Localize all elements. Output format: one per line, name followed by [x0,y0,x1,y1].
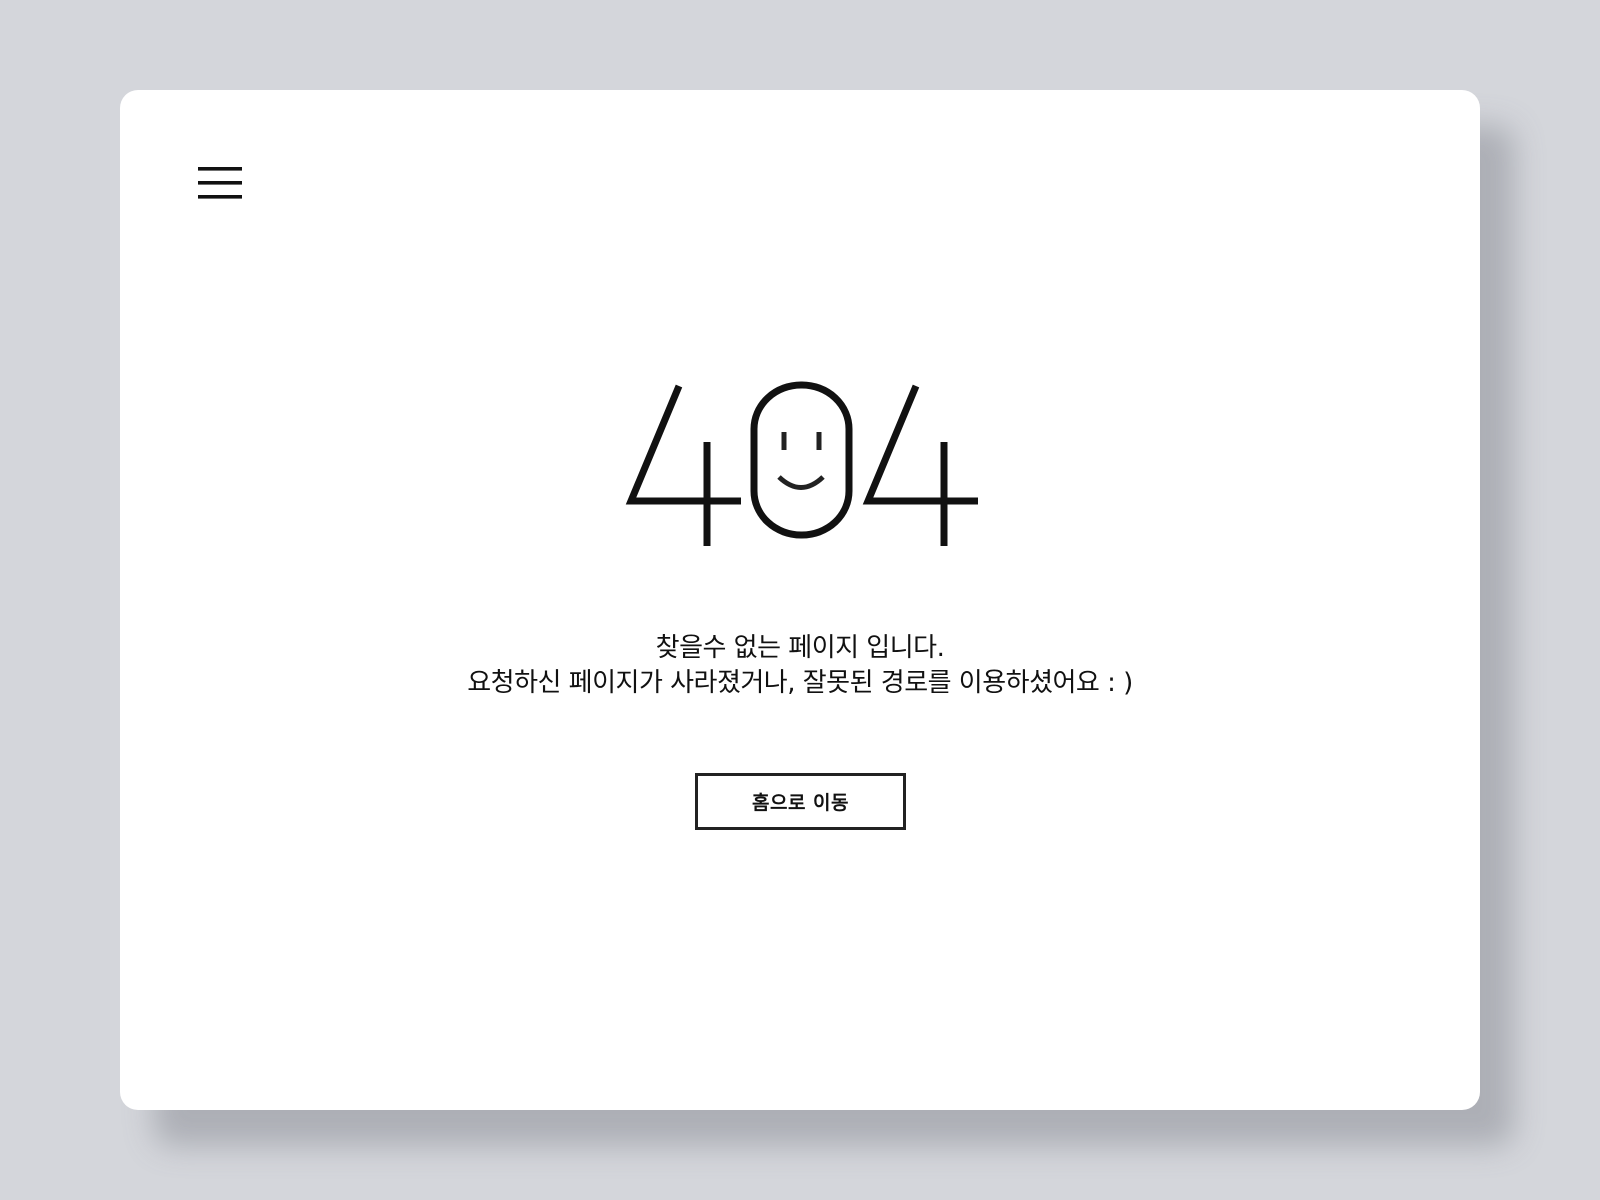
menu-button[interactable] [198,166,244,200]
error-card: 찾을수 없는 페이지 입니다. 요청하신 페이지가 사라졌거나, 잘못된 경로를… [120,90,1480,1110]
digit-four-right [862,384,978,546]
error-title: 찾을수 없는 페이지 입니다. [655,633,945,663]
go-home-button-label: 홈으로 이동 [751,792,849,814]
error-message: 찾을수 없는 페이지 입니다. 요청하신 페이지가 사라졌거나, 잘못된 경로를… [120,631,1480,701]
smiley-face-icon [777,432,825,490]
error-description: 요청하신 페이지가 사라졌거나, 잘못된 경로를 이용하셨어요 : ) [467,668,1133,698]
error-code-graphic [625,380,995,550]
go-home-button[interactable]: 홈으로 이동 [695,773,906,830]
digit-zero-face [750,381,853,539]
hamburger-menu-icon [198,167,242,199]
digit-four-left [625,384,741,546]
error-code-404 [625,381,978,546]
